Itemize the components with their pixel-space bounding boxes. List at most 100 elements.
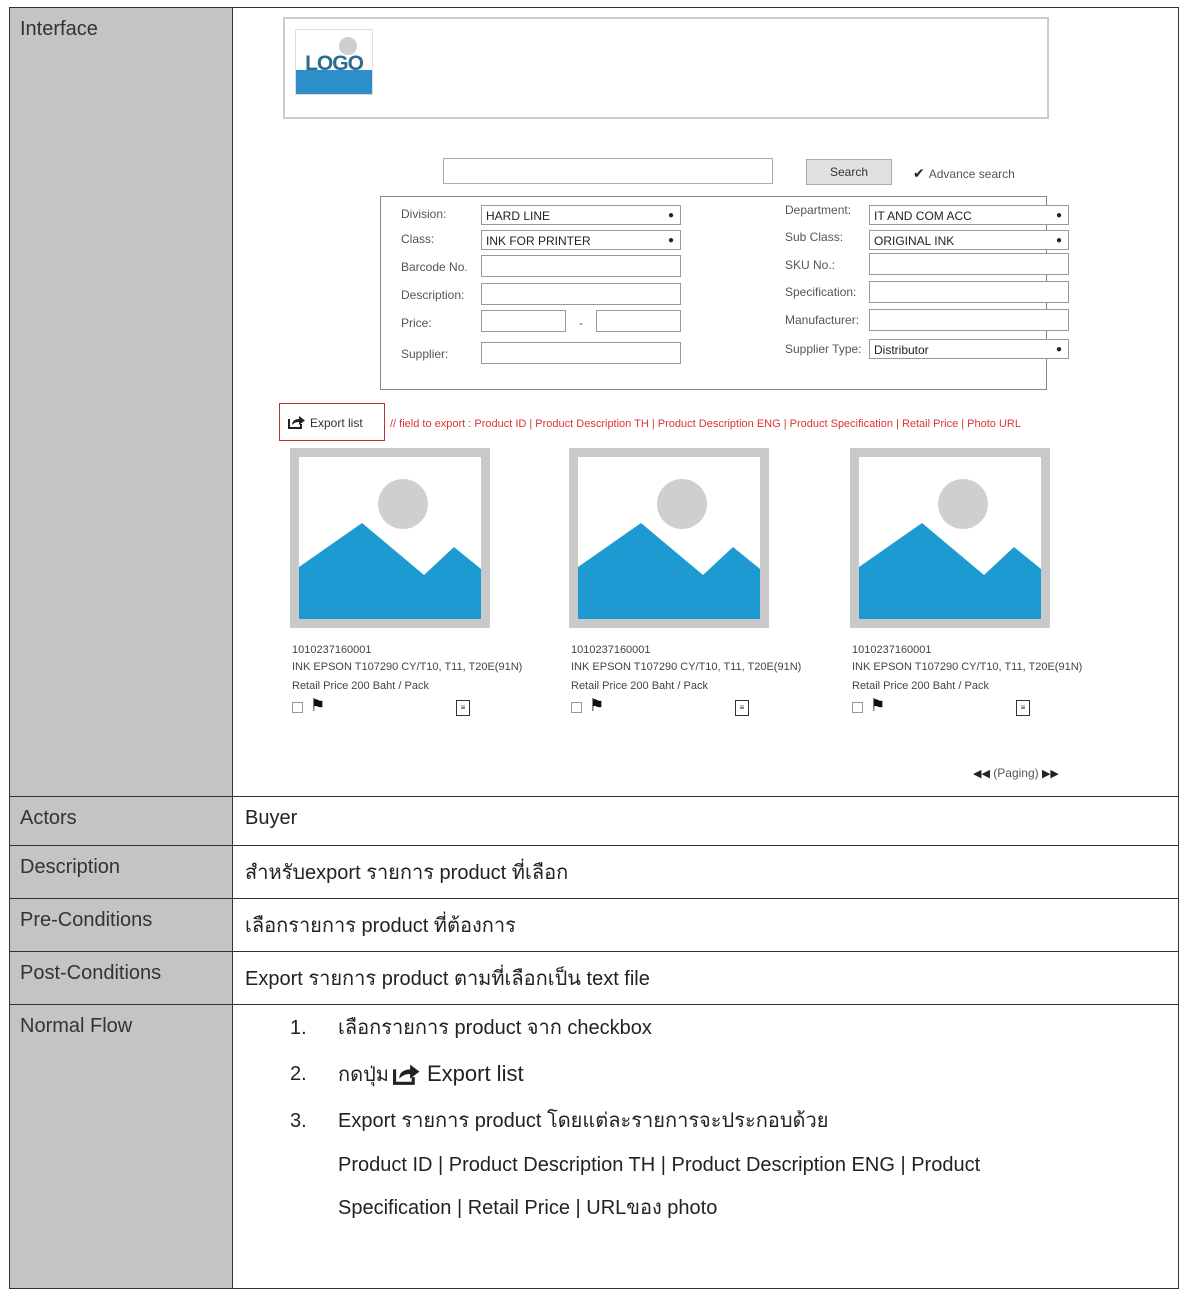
- value-pre-conditions: เลือกรายการ product ที่ต้องการ: [232, 898, 1179, 952]
- export-list-label: Export list: [310, 416, 363, 430]
- product-description: INK EPSON T107290 CY/T10, T11, T20E(91N): [852, 661, 1083, 673]
- logo-text: LOGO: [305, 52, 364, 75]
- price-label: Price:: [401, 316, 432, 330]
- step-text: กดปุ่ม: [338, 1064, 389, 1086]
- export-fields-note: // field to export : Product ID | Produc…: [390, 418, 1021, 430]
- sku-label: SKU No.:: [785, 258, 836, 272]
- advance-search-toggle[interactable]: ✔ Advance search: [913, 165, 1015, 182]
- product-checkbox[interactable]: [852, 702, 863, 713]
- product-description: INK EPSON T107290 CY/T10, T11, T20E(91N): [571, 661, 802, 673]
- product-photo: [290, 448, 490, 628]
- description-filter-label: Description:: [401, 288, 465, 302]
- label-description: Description: [9, 845, 233, 899]
- label-normal-flow: Normal Flow: [9, 1004, 233, 1289]
- dropdown-dot-icon: ●: [667, 210, 674, 221]
- flag-icon[interactable]: ⚑: [310, 696, 325, 716]
- product-id: 1010237160001: [571, 644, 651, 656]
- flow-step: 3. Export รายการ product โดยแต่ละรายการจะ…: [233, 1098, 1178, 1144]
- logo-image: LOGO: [295, 29, 373, 95]
- flag-icon[interactable]: ⚑: [589, 696, 604, 716]
- division-value: HARD LINE: [486, 209, 551, 223]
- department-select[interactable]: IT AND COM ACC ●: [869, 205, 1069, 225]
- supplier-type-value: Distributor: [874, 343, 929, 357]
- detail-icon[interactable]: ≡: [735, 700, 749, 716]
- specification-input[interactable]: [869, 281, 1069, 303]
- label-interface: Interface: [9, 7, 233, 797]
- interface-mockup-cell: LOGO Search ✔ Advance search Division: HA…: [232, 7, 1179, 797]
- interface-mockup: LOGO Search ✔ Advance search Division: HA…: [233, 8, 1179, 788]
- price-max-input[interactable]: [596, 310, 681, 332]
- export-icon: [288, 416, 305, 429]
- supplier-type-label: Supplier Type:: [785, 342, 862, 356]
- flag-icon[interactable]: ⚑: [870, 696, 885, 716]
- price-min-input[interactable]: [481, 310, 566, 332]
- pagination: ◀◀ (Paging) ▶▶: [973, 766, 1059, 780]
- detail-icon[interactable]: ≡: [1016, 700, 1030, 716]
- label-post-conditions: Post-Conditions: [9, 951, 233, 1005]
- step-detail-line: Specification | Retail Price | URLของ ph…: [338, 1197, 718, 1219]
- previous-page-icon[interactable]: ◀◀: [973, 768, 990, 780]
- label-pre-conditions: Pre-Conditions: [9, 898, 233, 952]
- manufacturer-input[interactable]: [869, 309, 1069, 331]
- supplier-type-select[interactable]: Distributor ●: [869, 339, 1069, 359]
- product-description: INK EPSON T107290 CY/T10, T11, T20E(91N): [292, 661, 523, 673]
- subclass-label: Sub Class:: [785, 230, 844, 244]
- manufacturer-label: Manufacturer:: [785, 313, 860, 327]
- class-select[interactable]: INK FOR PRINTER ●: [481, 230, 681, 250]
- export-list-button[interactable]: Export list: [279, 403, 385, 441]
- label-actors: Actors: [9, 796, 233, 846]
- supplier-label: Supplier:: [401, 347, 449, 361]
- product-price: Retail Price 200 Baht / Pack: [292, 680, 429, 692]
- barcode-input[interactable]: [481, 255, 681, 277]
- chevron-down-icon: ✔: [913, 165, 925, 181]
- specification-label: Specification:: [785, 285, 857, 299]
- flow-step: 2. กดปุ่ม Export list: [233, 1051, 1178, 1098]
- step-export-button-label: Export list: [426, 1061, 524, 1086]
- step-number: 3.: [290, 1110, 307, 1132]
- paging-label: (Paging): [993, 766, 1039, 780]
- header-logo-box: LOGO: [283, 17, 1049, 119]
- dropdown-dot-icon: ●: [667, 235, 674, 246]
- value-actors: Buyer: [232, 796, 1179, 846]
- dropdown-dot-icon: ●: [1055, 235, 1062, 246]
- value-description: สำหรับexport รายการ product ที่เลือก: [232, 845, 1179, 899]
- flow-step: 1. เลือกรายการ product จาก checkbox: [233, 1005, 1178, 1051]
- division-select[interactable]: HARD LINE ●: [481, 205, 681, 225]
- use-case-table: Interface LOGO Search ✔ Advance search D…: [9, 7, 1179, 1289]
- description-input[interactable]: [481, 283, 681, 305]
- value-post-conditions: Export รายการ product ตามที่เลือกเป็น te…: [232, 951, 1179, 1005]
- product-price: Retail Price 200 Baht / Pack: [852, 680, 989, 692]
- department-label: Department:: [785, 203, 852, 217]
- export-icon: [392, 1064, 420, 1085]
- product-id: 1010237160001: [852, 644, 932, 656]
- price-separator: -: [579, 316, 583, 330]
- division-label: Division:: [401, 207, 447, 221]
- next-page-icon[interactable]: ▶▶: [1042, 768, 1059, 780]
- step-text: เลือกรายการ product จาก checkbox: [338, 1017, 652, 1039]
- product-checkbox[interactable]: [292, 702, 303, 713]
- product-id: 1010237160001: [292, 644, 372, 656]
- class-value: INK FOR PRINTER: [486, 234, 591, 248]
- sku-input[interactable]: [869, 253, 1069, 275]
- normal-flow-steps: 1. เลือกรายการ product จาก checkbox 2. กดป…: [233, 1005, 1178, 1144]
- advance-search-label: Advance search: [928, 167, 1015, 181]
- department-value: IT AND COM ACC: [874, 209, 972, 223]
- supplier-input[interactable]: [481, 342, 681, 364]
- product-photo: [850, 448, 1050, 628]
- subclass-select[interactable]: ORIGINAL INK ●: [869, 230, 1069, 250]
- step-text: Export รายการ product โดยแต่ละรายการจะปร…: [338, 1110, 829, 1132]
- subclass-value: ORIGINAL INK: [874, 234, 955, 248]
- dropdown-dot-icon: ●: [1055, 344, 1062, 355]
- class-label: Class:: [401, 232, 435, 246]
- product-price: Retail Price 200 Baht / Pack: [571, 680, 708, 692]
- barcode-label: Barcode No.: [401, 260, 468, 274]
- use-case-document: Interface LOGO Search ✔ Advance search D…: [9, 7, 1179, 1289]
- product-checkbox[interactable]: [571, 702, 582, 713]
- advanced-filters-panel: Division: HARD LINE ● Department: IT AND …: [380, 196, 1069, 390]
- detail-icon[interactable]: ≡: [456, 700, 470, 716]
- step-number: 1.: [290, 1017, 307, 1039]
- product-photo: [569, 448, 769, 628]
- value-normal-flow: 1. เลือกรายการ product จาก checkbox 2. กดป…: [232, 1004, 1179, 1289]
- search-button[interactable]: Search: [806, 159, 892, 185]
- search-input[interactable]: [443, 158, 773, 184]
